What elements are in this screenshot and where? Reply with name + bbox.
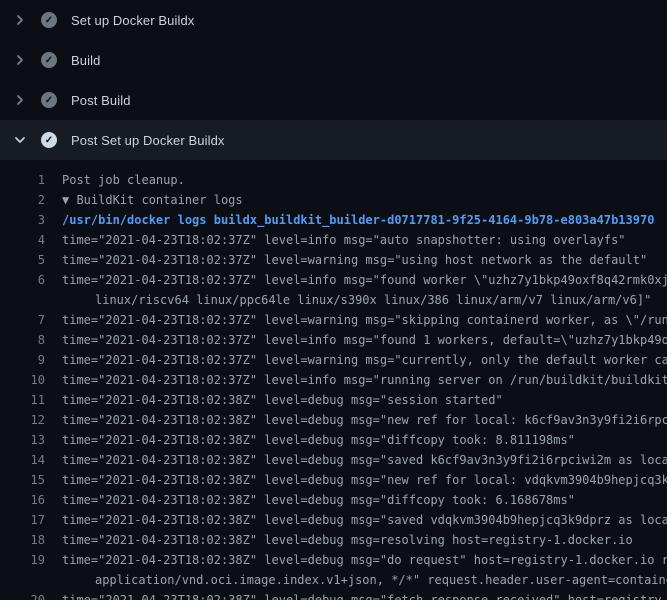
group-title[interactable]: BuildKit container logs [76, 193, 242, 207]
log-text: time="2021-04-23T18:02:37Z" level=info m… [45, 270, 667, 290]
line-number[interactable]: 15 [0, 470, 45, 490]
log-text: time="2021-04-23T18:02:37Z" level=warnin… [45, 350, 667, 370]
log-text: time="2021-04-23T18:02:38Z" level=debug … [45, 470, 667, 490]
step-label: Post Build [71, 93, 131, 108]
log-line: 15time="2021-04-23T18:02:38Z" level=debu… [0, 470, 667, 490]
log-line: 8time="2021-04-23T18:02:37Z" level=info … [0, 330, 667, 350]
log-line: 13time="2021-04-23T18:02:38Z" level=debu… [0, 430, 667, 450]
log-line: 16time="2021-04-23T18:02:38Z" level=debu… [0, 490, 667, 510]
step-log-output: 1Post job cleanup.2▼ BuildKit container … [0, 160, 667, 600]
step-header-build[interactable]: ✓ Build [0, 40, 667, 80]
step-label: Set up Docker Buildx [71, 13, 194, 28]
line-number[interactable]: 4 [0, 230, 45, 250]
log-line: 17time="2021-04-23T18:02:38Z" level=debu… [0, 510, 667, 530]
step-label: Build [71, 53, 100, 68]
log-group-toggle[interactable]: ▼ BuildKit container logs [45, 190, 243, 210]
line-number[interactable]: 19 [0, 550, 45, 570]
log-line: 19time="2021-04-23T18:02:38Z" level=debu… [0, 550, 667, 570]
log-command-text: /usr/bin/docker logs buildx_buildkit_bui… [45, 210, 654, 230]
log-text: time="2021-04-23T18:02:38Z" level=debug … [45, 530, 633, 550]
line-number[interactable]: 1 [0, 170, 45, 190]
log-text: application/vnd.oci.image.index.v1+json,… [45, 570, 667, 590]
line-number[interactable]: 18 [0, 530, 45, 550]
log-line: 9time="2021-04-23T18:02:37Z" level=warni… [0, 350, 667, 370]
step-label: Post Set up Docker Buildx [71, 133, 225, 148]
log-line-wrap: linux/riscv64 linux/ppc64le linux/s390x … [0, 290, 667, 310]
step-header-post-build[interactable]: ✓ Post Build [0, 80, 667, 120]
log-text: time="2021-04-23T18:02:37Z" level=info m… [45, 370, 667, 390]
line-number[interactable]: 16 [0, 490, 45, 510]
check-circle-icon: ✓ [41, 92, 57, 108]
log-text: Post job cleanup. [45, 170, 185, 190]
line-number [0, 290, 45, 310]
log-line: 5time="2021-04-23T18:02:37Z" level=warni… [0, 250, 667, 270]
log-text: time="2021-04-23T18:02:37Z" level=info m… [45, 330, 667, 350]
line-number[interactable]: 7 [0, 310, 45, 330]
log-line: 20time="2021-04-23T18:02:38Z" level=debu… [0, 590, 667, 600]
log-text: time="2021-04-23T18:02:38Z" level=debug … [45, 390, 503, 410]
line-number[interactable]: 3 [0, 210, 45, 230]
line-number[interactable]: 17 [0, 510, 45, 530]
log-text: time="2021-04-23T18:02:38Z" level=debug … [45, 590, 667, 600]
log-line: 14time="2021-04-23T18:02:38Z" level=debu… [0, 450, 667, 470]
log-line: 4time="2021-04-23T18:02:37Z" level=info … [0, 230, 667, 250]
log-text: time="2021-04-23T18:02:37Z" level=info m… [45, 230, 626, 250]
log-line-wrap: application/vnd.oci.image.index.v1+json,… [0, 570, 667, 590]
line-number[interactable]: 2 [0, 190, 45, 210]
line-number[interactable]: 8 [0, 330, 45, 350]
workflow-steps-list: ✓ Set up Docker Buildx ✓ Build ✓ Post Build ✓ P… [0, 0, 667, 160]
chevron-down-icon [12, 132, 28, 148]
log-text: time="2021-04-23T18:02:38Z" level=debug … [45, 430, 575, 450]
log-line: 1Post job cleanup. [0, 170, 667, 190]
log-text: time="2021-04-23T18:02:38Z" level=debug … [45, 550, 667, 570]
step-header-set-up-docker-buildx[interactable]: ✓ Set up Docker Buildx [0, 0, 667, 40]
chevron-right-icon [12, 92, 28, 108]
log-line: 12time="2021-04-23T18:02:38Z" level=debu… [0, 410, 667, 430]
line-number [0, 570, 45, 590]
log-line: 7time="2021-04-23T18:02:37Z" level=warni… [0, 310, 667, 330]
log-text: time="2021-04-23T18:02:37Z" level=warnin… [45, 250, 647, 270]
log-text: time="2021-04-23T18:02:38Z" level=debug … [45, 510, 667, 530]
line-number[interactable]: 6 [0, 270, 45, 290]
line-number[interactable]: 5 [0, 250, 45, 270]
line-number[interactable]: 10 [0, 370, 45, 390]
line-number[interactable]: 9 [0, 350, 45, 370]
line-number[interactable]: 11 [0, 390, 45, 410]
check-circle-icon: ✓ [41, 52, 57, 68]
step-header-post-set-up-docker-buildx[interactable]: ✓ Post Set up Docker Buildx [0, 120, 667, 160]
check-circle-icon: ✓ [41, 12, 57, 28]
log-text: time="2021-04-23T18:02:37Z" level=warnin… [45, 310, 667, 330]
log-line: 6time="2021-04-23T18:02:37Z" level=info … [0, 270, 667, 290]
group-collapse-icon[interactable]: ▼ [62, 193, 76, 207]
log-line: 18time="2021-04-23T18:02:38Z" level=debu… [0, 530, 667, 550]
log-text: time="2021-04-23T18:02:38Z" level=debug … [45, 450, 667, 470]
log-text: linux/riscv64 linux/ppc64le linux/s390x … [45, 290, 651, 310]
chevron-right-icon [12, 52, 28, 68]
line-number[interactable]: 12 [0, 410, 45, 430]
line-number[interactable]: 14 [0, 450, 45, 470]
line-number[interactable]: 13 [0, 430, 45, 450]
log-line: 11time="2021-04-23T18:02:38Z" level=debu… [0, 390, 667, 410]
line-number[interactable]: 20 [0, 590, 45, 600]
log-line: 10time="2021-04-23T18:02:37Z" level=info… [0, 370, 667, 390]
check-circle-icon: ✓ [41, 132, 57, 148]
log-line: 3/usr/bin/docker logs buildx_buildkit_bu… [0, 210, 667, 230]
chevron-right-icon [12, 12, 28, 28]
log-line: 2▼ BuildKit container logs [0, 190, 667, 210]
log-text: time="2021-04-23T18:02:38Z" level=debug … [45, 410, 667, 430]
log-text: time="2021-04-23T18:02:38Z" level=debug … [45, 490, 575, 510]
